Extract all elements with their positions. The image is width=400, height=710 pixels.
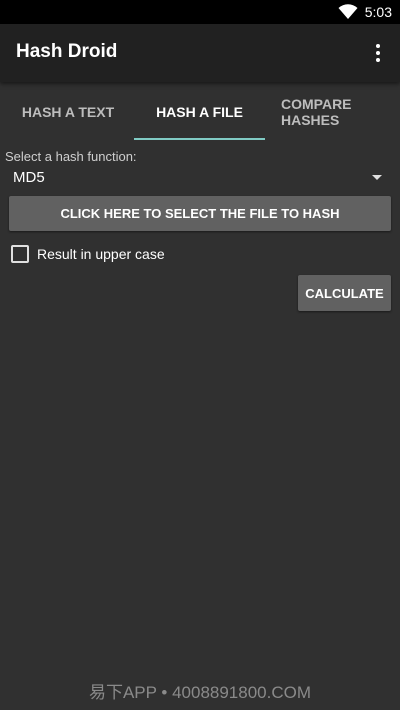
tab-label: HASH A FILE	[156, 104, 243, 120]
calculate-button[interactable]: CALCULATE	[298, 275, 391, 311]
uppercase-label: Result in upper case	[37, 246, 165, 262]
select-file-button[interactable]: CLICK HERE TO SELECT THE FILE TO HASH	[9, 196, 391, 231]
tab-hash-a-file[interactable]: HASH A FILE	[134, 82, 265, 142]
hash-function-value: MD5	[13, 169, 45, 186]
hash-function-label: Select a hash function:	[5, 149, 137, 164]
tab-bar: HASH A TEXT HASH A FILE COMPARE HASHES	[0, 82, 400, 142]
app-bar: Hash Droid	[0, 24, 400, 82]
uppercase-option[interactable]: Result in upper case	[11, 244, 165, 264]
dropdown-arrow-icon	[372, 175, 382, 180]
watermark: 易下APP • 4008891800.COM	[88, 683, 312, 702]
tab-indicator	[134, 138, 265, 140]
app-title: Hash Droid	[16, 41, 118, 62]
tab-label: HASH A TEXT	[21, 104, 115, 120]
tab-hash-a-text[interactable]: HASH A TEXT	[0, 82, 136, 142]
uppercase-checkbox[interactable]	[11, 245, 29, 263]
tab-label: COMPARE HASHES	[281, 96, 352, 128]
hash-function-dropdown[interactable]: MD5	[5, 166, 390, 190]
status-bar: 5:03	[0, 0, 400, 24]
tab-compare-hashes[interactable]: COMPARE HASHES	[265, 82, 400, 142]
wifi-icon	[338, 4, 358, 19]
overflow-menu-icon[interactable]	[366, 38, 390, 68]
status-time: 5:03	[364, 4, 392, 20]
